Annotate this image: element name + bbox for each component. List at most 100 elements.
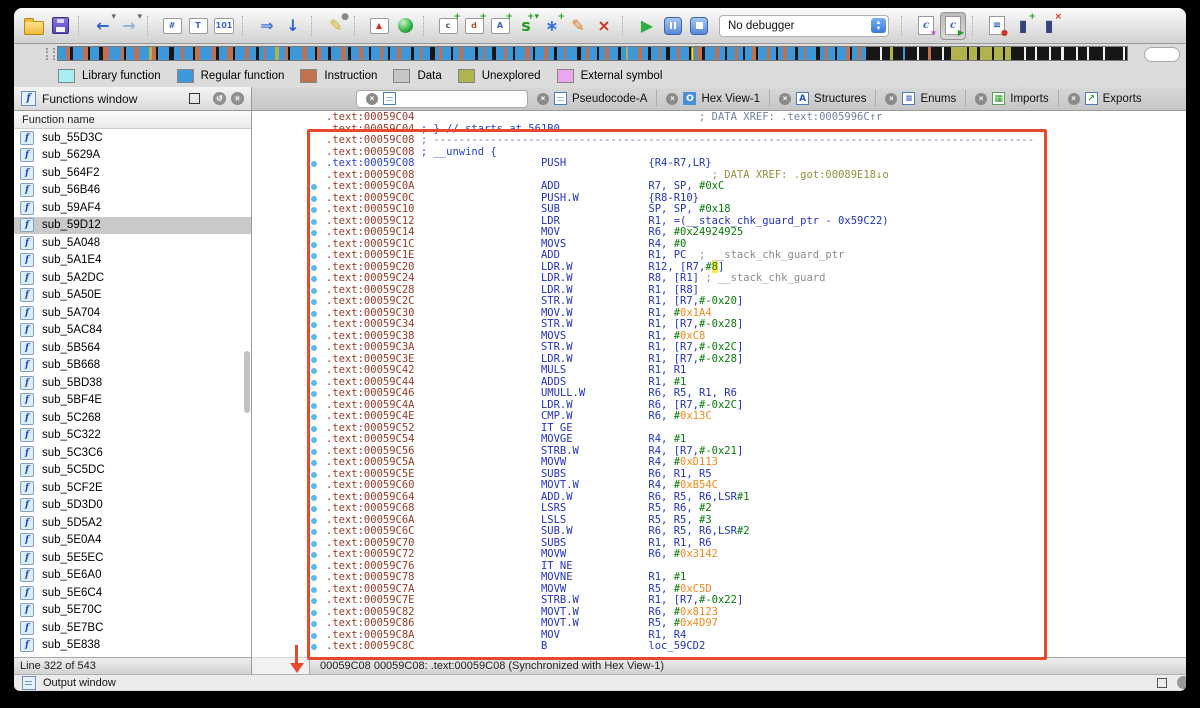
function-list-item[interactable]: f sub_5E0A4	[14, 532, 251, 550]
tab-close-icon[interactable]: ×	[885, 92, 898, 105]
output-float-icon[interactable]	[1177, 676, 1186, 689]
function-list-item[interactable]: f sub_5C322	[14, 427, 251, 445]
function-list-item[interactable]: f sub_5BD38	[14, 374, 251, 392]
tab-imports[interactable]: × ▦ Imports	[965, 90, 1057, 107]
function-icon: f	[20, 533, 34, 548]
function-list-item[interactable]: f sub_5D3D0	[14, 497, 251, 515]
save-file-button[interactable]	[48, 13, 72, 39]
function-list-item[interactable]: f sub_59AF4	[14, 199, 251, 217]
compile-c-file-button[interactable]: c ★	[914, 13, 938, 39]
tab-enums[interactable]: × ≡ Enums	[875, 90, 965, 107]
notes-button[interactable]: ≡ ●	[985, 13, 1009, 39]
tab-label: Structures	[814, 92, 867, 105]
start-process-button[interactable]: ▶	[635, 13, 659, 39]
add-breakpoint-button[interactable]: ▮ +	[1011, 12, 1036, 39]
tab-close-icon[interactable]: ×	[666, 92, 679, 105]
edit-button[interactable]: ✎	[566, 13, 590, 39]
tab-close-icon[interactable]: ×	[1067, 92, 1080, 105]
instruction-dot	[311, 437, 317, 443]
disassembly-line[interactable]: .text:00059C8C B loc_59CD2	[252, 640, 1186, 653]
stop-process-button[interactable]	[687, 13, 711, 39]
tab-close-icon[interactable]: ×	[366, 92, 378, 105]
jump-button[interactable]: ⇒	[255, 13, 279, 39]
function-list-item[interactable]: f sub_5E6A0	[14, 567, 251, 585]
functions-scrollbar[interactable]	[243, 129, 251, 657]
tab-close-icon[interactable]: ×	[779, 92, 792, 105]
disassembly-view[interactable]: .text:00059C04 ; DATA XREF: .text:000599…	[252, 111, 1186, 657]
line-address: .text:00059C68	[326, 502, 415, 514]
highlight-lock-button[interactable]: ✎ ●	[324, 12, 349, 39]
make-string-button[interactable]: s +▾	[514, 12, 539, 39]
function-list-item[interactable]: f sub_5A704	[14, 304, 251, 322]
output-window-bar[interactable]: Output window	[14, 674, 1186, 690]
function-list-item[interactable]: f sub_5D5A2	[14, 514, 251, 532]
make-array-button[interactable]: ∗ +	[540, 12, 565, 39]
close-icon[interactable]: ×	[231, 92, 244, 105]
output-maximize-icon[interactable]	[1157, 677, 1167, 688]
function-list-item[interactable]: f sub_5E70C	[14, 602, 251, 620]
nav-band-segment	[290, 47, 302, 60]
function-list-item[interactable]: f sub_5B564	[14, 339, 251, 357]
function-list-item[interactable]: f sub_5C3C6	[14, 444, 251, 462]
function-list-item[interactable]: f sub_5A50E	[14, 287, 251, 305]
function-list-item[interactable]: f sub_5C5DC	[14, 462, 251, 480]
function-list-item[interactable]: f sub_5A2DC	[14, 269, 251, 287]
nav-band-segment	[609, 47, 618, 60]
undefine-button[interactable]: ×	[592, 13, 616, 39]
function-list-item[interactable]: f sub_5E5EC	[14, 549, 251, 567]
function-list-item[interactable]: f sub_5E7BC	[14, 619, 251, 637]
tab-structures[interactable]: × A Structures	[769, 90, 875, 107]
band-drag-handle[interactable]	[46, 48, 55, 60]
tab-exports[interactable]: × ↗ Exports	[1057, 90, 1151, 107]
function-list-item[interactable]: f sub_5BF4E	[14, 392, 251, 410]
tab-hex-view[interactable]: × O Hex View-1	[656, 90, 769, 107]
remove-breakpoint-button[interactable]: ▮ ×	[1037, 12, 1062, 39]
float-icon[interactable]: ↺	[213, 92, 226, 105]
nav-band-segment	[787, 47, 795, 60]
function-name: sub_5E5EC	[42, 551, 104, 564]
function-list-item[interactable]: f sub_5CF2E	[14, 479, 251, 497]
function-name-column-header[interactable]: Function name	[14, 111, 251, 129]
search-value-button[interactable]: 101	[212, 13, 236, 39]
debugger-select[interactable]: No debugger ▲ ▼	[719, 14, 889, 37]
function-list-item[interactable]: f sub_56B46	[14, 182, 251, 200]
navigate-back-button[interactable]: ← ▾	[91, 12, 116, 39]
function-list-item[interactable]: f sub_59D12	[14, 216, 251, 234]
navigate-forward-button[interactable]: → ▾	[117, 12, 142, 39]
instruction-dot	[311, 598, 317, 604]
nav-band-current-marker	[691, 47, 694, 60]
combo-stepper-icon[interactable]: ▲ ▼	[871, 18, 886, 33]
pseudocode-button[interactable]: c ▶	[940, 11, 966, 40]
tab-ida-view[interactable]: ×	[356, 89, 528, 108]
make-data-button[interactable]: d +	[462, 12, 487, 39]
function-list-item[interactable]: f sub_5A1E4	[14, 252, 251, 270]
tab-pseudocode[interactable]: × Pseudocode-A	[528, 90, 656, 107]
instruction-dot	[311, 460, 317, 466]
problems-button[interactable]: ▲	[367, 13, 391, 39]
line-address: .text:00059C54	[326, 433, 415, 445]
function-list-item[interactable]: f sub_5E6C4	[14, 584, 251, 602]
make-code-button[interactable]: c +	[436, 12, 461, 39]
jump-next-button[interactable]: ↓	[281, 13, 305, 39]
make-ascii-button[interactable]: A +	[488, 12, 513, 39]
output-window-label: Output window	[43, 676, 116, 689]
search-box[interactable]	[1144, 47, 1180, 62]
search-text-button[interactable]: T	[186, 13, 210, 39]
maximize-icon[interactable]	[189, 93, 200, 104]
function-list-item[interactable]: f sub_5E838	[14, 637, 251, 655]
function-list-item[interactable]: f sub_5A048	[14, 234, 251, 252]
function-list-item[interactable]: f sub_5C268	[14, 409, 251, 427]
function-list-item[interactable]: f sub_55D3C	[14, 129, 251, 147]
function-list-item[interactable]: f sub_5629A	[14, 147, 251, 165]
analysis-indicator[interactable]	[393, 13, 417, 39]
function-list-item[interactable]: f sub_5B668	[14, 357, 251, 375]
search-pattern-button[interactable]: #	[160, 13, 184, 39]
pause-process-button[interactable]	[661, 13, 685, 39]
open-file-button[interactable]	[22, 13, 46, 39]
tab-close-icon[interactable]: ×	[975, 92, 988, 105]
navigation-band[interactable]	[57, 46, 1128, 61]
function-list-item[interactable]: f sub_5AC84	[14, 322, 251, 340]
function-list-item[interactable]: f sub_564F2	[14, 164, 251, 182]
toolbar-separator	[354, 15, 361, 36]
tab-close-icon[interactable]: ×	[537, 92, 549, 105]
